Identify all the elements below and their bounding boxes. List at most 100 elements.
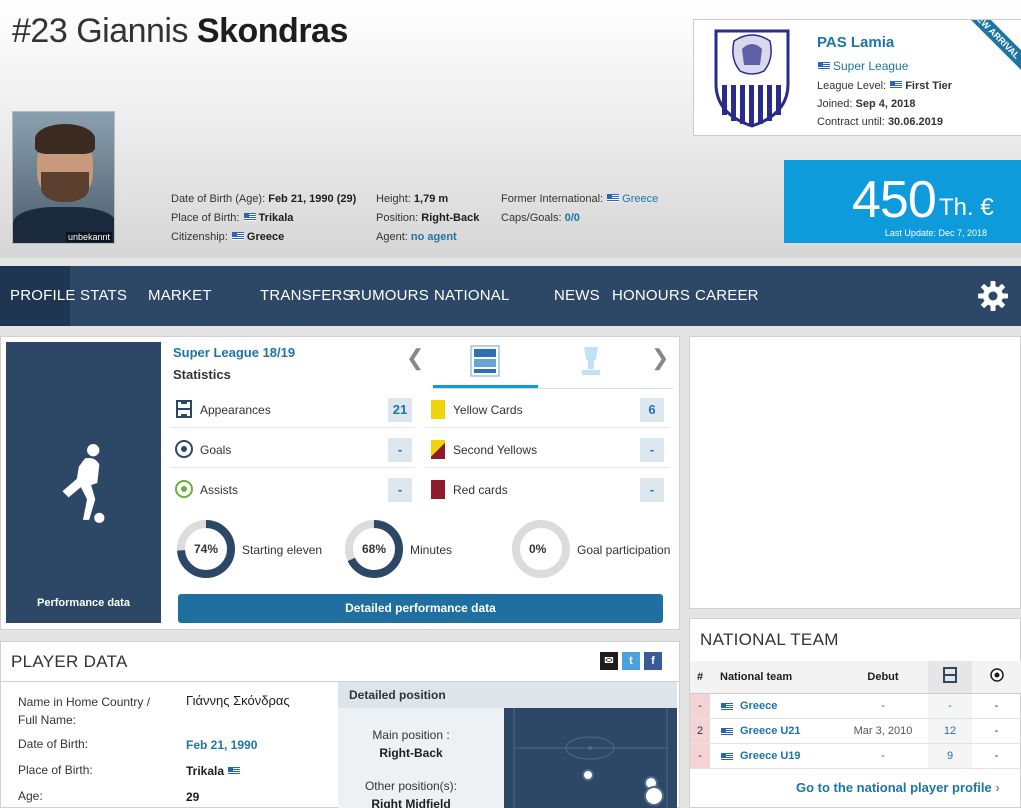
- yellow-cards-value[interactable]: 6: [640, 398, 664, 422]
- col-national-team: National team: [710, 661, 838, 694]
- email-share-icon[interactable]: ✉: [600, 652, 618, 670]
- row-team-name: Greece: [740, 699, 778, 712]
- appearances-icon: [943, 667, 957, 684]
- nav-item-stats[interactable]: STATS ▾: [80, 266, 136, 364]
- contract-label: Contract until:: [817, 116, 885, 128]
- joined-row: Joined: Sep 4, 2018: [817, 98, 915, 110]
- assists-ball-icon: [175, 480, 193, 498]
- performance-side-label: Performance data: [37, 597, 130, 609]
- photo-caption: unbekannt: [65, 232, 112, 242]
- twitter-share-icon[interactable]: t: [622, 652, 640, 670]
- position-label: Position:: [376, 212, 419, 224]
- national-profile-link[interactable]: Go to the national player profile ›: [796, 780, 1000, 795]
- main-position-marker: [644, 786, 664, 806]
- competition-tabs-divider: [433, 388, 673, 389]
- next-competition-arrow[interactable]: ❯: [651, 345, 669, 371]
- row-appearances[interactable]: -: [928, 693, 972, 719]
- greek-cup-logo-icon[interactable]: [576, 343, 606, 379]
- citizenship-value: Greece: [246, 231, 285, 243]
- former-intl-link[interactable]: Greece: [622, 193, 658, 205]
- nav-item-news[interactable]: NEWS: [554, 266, 600, 326]
- super-league-logo-icon[interactable]: [470, 345, 500, 377]
- pob-data-text: Trikala: [186, 764, 225, 778]
- yellow-cards-label: Yellow Cards: [453, 403, 523, 417]
- club-name[interactable]: PAS Lamia: [817, 34, 894, 51]
- row-debut: -: [838, 693, 928, 719]
- col-debut: Debut: [838, 661, 928, 694]
- new-arrival-ribbon: NEW ARRIVAL: [952, 20, 1021, 79]
- contract-value: 30.06.2019: [887, 116, 943, 128]
- nav-item-profile[interactable]: PROFILE: [0, 266, 75, 326]
- nav-item-transfers[interactable]: TRANSFERS: [260, 266, 352, 326]
- detailed-performance-button[interactable]: Detailed performance data: [178, 594, 663, 623]
- home-name-value: Γιάννης Σκόνδρας: [186, 693, 290, 708]
- age-data-value: 29: [186, 790, 200, 804]
- player-photo[interactable]: unbekannt: [12, 111, 115, 244]
- row-number: -: [690, 693, 710, 719]
- agent-link[interactable]: no agent: [411, 231, 457, 243]
- row-team-name: Greece U19: [740, 749, 801, 762]
- second-yellows-value[interactable]: -: [640, 438, 664, 462]
- league-flag-icon: [818, 62, 830, 70]
- profile-nav: PROFILESTATS ▾MARKET VALUETRANSFERSRUMOU…: [0, 266, 1021, 364]
- nav-item-career[interactable]: CAREER ▾: [695, 266, 761, 364]
- facebook-share-icon[interactable]: f: [644, 652, 662, 670]
- competition-tab-active[interactable]: [433, 385, 538, 388]
- appearances-value[interactable]: 21: [388, 398, 412, 422]
- row-number: 2: [690, 718, 710, 744]
- stats-divider: [425, 427, 670, 428]
- red-cards-label: Red cards: [453, 483, 508, 497]
- national-profile-link-text: Go to the national player profile: [796, 780, 992, 795]
- nav-item-national-team[interactable]: NATIONAL TEAM: [434, 266, 542, 364]
- nav-item-honours[interactable]: HONOURS: [612, 266, 690, 326]
- joined-label: Joined:: [817, 98, 853, 110]
- row-goals: -: [972, 693, 1021, 719]
- level-value: First Tier: [905, 80, 953, 92]
- row-appearances[interactable]: 9: [928, 743, 972, 769]
- gear-icon[interactable]: [977, 280, 1009, 312]
- competition-link[interactable]: Super League 18/19: [173, 345, 295, 360]
- ring-percent-value: 74%: [194, 542, 219, 556]
- club-league-label: Super League: [833, 59, 909, 73]
- prev-competition-arrow[interactable]: ❮: [406, 345, 424, 371]
- bio-column-1: Date of Birth (Age): Feb 21, 1990 (29) P…: [171, 190, 356, 247]
- club-crest-icon[interactable]: [714, 29, 790, 128]
- goals-value[interactable]: -: [388, 438, 412, 462]
- red-cards-value[interactable]: -: [640, 478, 664, 502]
- pitch-diagram: [504, 708, 677, 808]
- performance-side-panel: Performance data: [6, 342, 161, 623]
- market-value-box[interactable]: 450 Th. € Last Update: Dec 7, 2018: [784, 160, 1021, 243]
- table-row: - Greece U19-9-: [690, 743, 1021, 769]
- ring-percent-value: 68%: [362, 542, 387, 556]
- ad-box: [689, 336, 1021, 609]
- col-number: #: [690, 661, 710, 694]
- club-box: PAS Lamia Super League League Level: Fir…: [693, 19, 1021, 136]
- citizenship-label: Citizenship:: [171, 231, 228, 243]
- age-data-label: Age:: [18, 789, 43, 803]
- national-team-table: # National team Debut - Greece - - -2 Greece …: [690, 661, 1021, 769]
- stats-divider: [170, 427, 415, 428]
- row-appearances[interactable]: 12: [928, 718, 972, 744]
- row-team[interactable]: Greece: [710, 693, 838, 719]
- row-team[interactable]: Greece U21: [710, 718, 838, 744]
- position-value: Right-Back: [421, 212, 480, 224]
- col-goals: [972, 661, 1021, 694]
- ring-label: Minutes: [410, 543, 453, 557]
- nav-item-rumours[interactable]: RUMOURS: [350, 266, 429, 326]
- club-league[interactable]: Super League: [817, 59, 908, 73]
- pob-data-value: Trikala: [186, 764, 243, 778]
- dob-data-link[interactable]: Feb 21, 1990: [186, 738, 257, 752]
- red-card-icon: [431, 480, 445, 499]
- height-label: Height:: [376, 193, 411, 205]
- pob-label: Place of Birth:: [171, 212, 240, 224]
- second-yellows-label: Second Yellows: [453, 443, 538, 457]
- greece-flag-icon: [721, 727, 733, 736]
- nav-item-market-value[interactable]: MARKET VALUE: [148, 266, 248, 364]
- national-team-title: NATIONAL TEAM: [700, 630, 839, 649]
- row-number: -: [690, 743, 710, 769]
- caps-link[interactable]: 0/0: [565, 212, 580, 224]
- other-position-value: Right Midfield: [371, 797, 451, 808]
- contract-row: Contract until: 30.06.2019: [817, 116, 943, 128]
- row-team[interactable]: Greece U19: [710, 743, 838, 769]
- assists-value[interactable]: -: [388, 478, 412, 502]
